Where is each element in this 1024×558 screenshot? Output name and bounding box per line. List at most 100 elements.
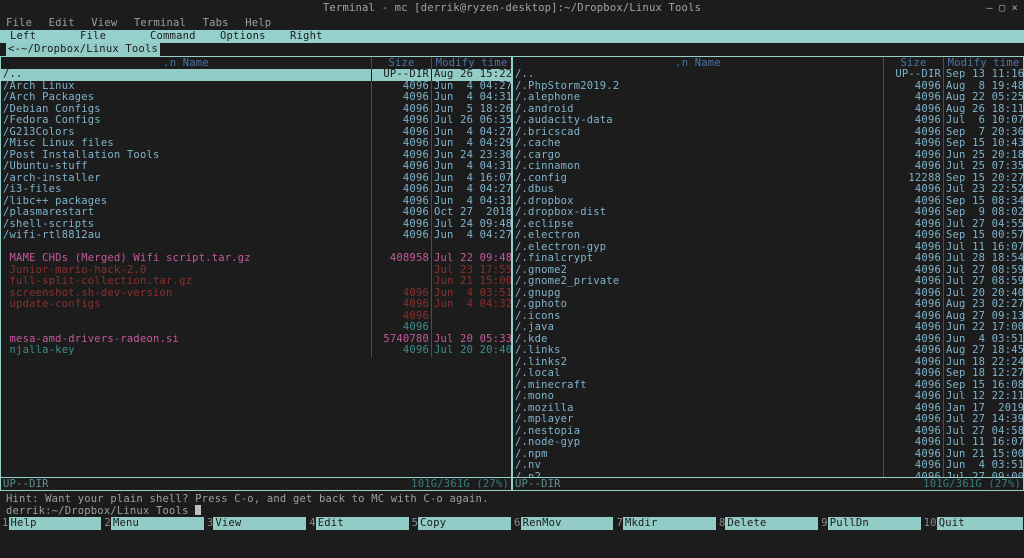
list-item[interactable]: /Fedora Configs4096Jul 26 06:35 (1, 115, 511, 127)
list-item[interactable]: /..UP--DIRSep 13 11:16 (513, 69, 1023, 81)
col-name[interactable]: .n Name (1, 57, 371, 69)
file-size: 4096 (883, 437, 943, 449)
mc-menu-left[interactable]: Left (10, 30, 80, 43)
fkey-label: Copy (418, 517, 511, 530)
list-item[interactable]: /.mplayer4096Jul 27 14:39 (513, 414, 1023, 426)
list-item[interactable]: /.cinnamon4096Jul 25 07:35 (513, 161, 1023, 173)
file-name: /i3-files (1, 184, 371, 196)
list-item[interactable]: /.node-gyp4096Jul 11 16:07 (513, 437, 1023, 449)
fkey-num: 2 (102, 517, 111, 530)
fkey-mkdir[interactable]: 7Mkdir (614, 517, 716, 530)
list-item[interactable]: /..UP--DIRAug 26 15:22 (1, 69, 511, 81)
mc-menu-command[interactable]: Command (150, 30, 220, 43)
col-size[interactable]: Size (371, 57, 431, 69)
list-item[interactable]: /.mono4096Jul 12 22:11 (513, 391, 1023, 403)
file-size: 4096 (883, 92, 943, 104)
maximize-icon[interactable]: ▢ (999, 0, 1006, 16)
file-name: /G213Colors (1, 127, 371, 139)
file-name (1, 311, 371, 323)
list-item[interactable]: /.dbus4096Jul 23 22:52 (513, 184, 1023, 196)
file-name: /.cache (513, 138, 883, 150)
fkey-label: Menu (111, 517, 204, 530)
fkey-renmov[interactable]: 6RenMov (512, 517, 614, 530)
col-size[interactable]: Size (883, 57, 943, 69)
list-item[interactable]: /.java4096Jun 22 17:00 (513, 322, 1023, 334)
menu-terminal[interactable]: Terminal (134, 17, 186, 29)
right-rows[interactable]: /..UP--DIRSep 13 11:16/.PhpStorm2019.240… (513, 69, 1023, 477)
menu-view[interactable]: View (91, 17, 117, 29)
left-panel-path[interactable]: <-~/Dropbox/Linux Tools (6, 43, 160, 56)
file-size: UP--DIR (883, 69, 943, 81)
close-icon[interactable]: × (1011, 0, 1018, 16)
list-item[interactable]: /.nv4096Jun 4 03:51 (513, 460, 1023, 472)
fkey-pulldn[interactable]: 9PullDn (819, 517, 921, 530)
file-name: /.dbus (513, 184, 883, 196)
menu-tabs[interactable]: Tabs (203, 17, 229, 29)
fkey-copy[interactable]: 5Copy (410, 517, 512, 530)
fkey-menu[interactable]: 2Menu (102, 517, 204, 530)
fkey-delete[interactable]: 8Delete (717, 517, 819, 530)
file-size: 4096 (371, 299, 431, 311)
list-item[interactable]: /.audacity-data4096Jul 6 10:07 (513, 115, 1023, 127)
list-item[interactable]: /.finalcrypt4096Jul 28 18:54 (513, 253, 1023, 265)
mc-menu-right[interactable]: Right (290, 30, 360, 43)
list-item[interactable]: /plasmarestart4096Oct 27 2018 (1, 207, 511, 219)
fkey-quit[interactable]: 10Quit (922, 517, 1024, 530)
fkey-label: Help (9, 517, 102, 530)
mc-menu-options[interactable]: Options (220, 30, 290, 43)
list-item[interactable]: /Misc Linux files4096Jun 4 04:29 (1, 138, 511, 150)
col-name[interactable]: .n Name (513, 57, 883, 69)
list-item[interactable]: /.dropbox-dist4096Sep 9 08:02 (513, 207, 1023, 219)
list-item[interactable]: /.gphoto4096Aug 23 02:27 (513, 299, 1023, 311)
minimize-icon[interactable]: — (986, 0, 993, 16)
list-item[interactable]: /.cache4096Sep 15 10:43 (513, 138, 1023, 150)
fkey-label: Edit (316, 517, 409, 530)
fkey-edit[interactable]: 4Edit (307, 517, 409, 530)
list-item[interactable]: /.alephone4096Aug 22 05:25 (513, 92, 1023, 104)
file-name (1, 242, 371, 254)
file-name: /.nv (513, 460, 883, 472)
file-size: 4096 (883, 184, 943, 196)
col-time[interactable]: Modify time (431, 57, 511, 69)
menu-file[interactable]: File (6, 17, 32, 29)
list-item[interactable]: /.electron4096Sep 15 00:57 (513, 230, 1023, 242)
fkey-help[interactable]: 1Help (0, 517, 102, 530)
list-item[interactable]: full-split-collection.tar.gzJun 21 15:00 (1, 276, 511, 288)
list-item[interactable]: /Ubuntu-stuff4096Jun 4 04:31 (1, 161, 511, 173)
list-item[interactable]: /wifi-rtl8812au4096Jun 4 04:27 (1, 230, 511, 242)
file-name: /Arch Packages (1, 92, 371, 104)
file-name: /.links (513, 345, 883, 357)
list-item[interactable]: MAME CHDs (Merged) Wifi script.tar.gz408… (1, 253, 511, 265)
file-time: Jul 28 18:54 (943, 253, 1023, 265)
left-footer-right: 101G/361G (27%) (411, 478, 509, 490)
list-item[interactable]: njalla-key4096Jul 20 20:40 (1, 345, 511, 357)
fkey-num: 4 (307, 517, 316, 530)
list-item[interactable]: /i3-files4096Jun 4 04:27 (1, 184, 511, 196)
menu-edit[interactable]: Edit (49, 17, 75, 29)
list-item[interactable]: update-configs4096Jun 4 04:32 (1, 299, 511, 311)
prompt-line[interactable]: derrik:~/Dropbox/Linux Tools (0, 505, 1024, 517)
list-item[interactable]: /.local4096Sep 18 12:27 (513, 368, 1023, 380)
left-rows[interactable]: /..UP--DIRAug 26 15:22/Arch Linux4096Jun… (1, 69, 511, 477)
file-time: Oct 27 2018 (431, 207, 511, 219)
path-row: <-~/Dropbox/Linux Tools (0, 43, 1024, 56)
menu-help[interactable]: Help (245, 17, 271, 29)
file-name: /Arch Linux (1, 81, 371, 93)
file-size: 4096 (883, 276, 943, 288)
fkey-label: Delete (725, 517, 818, 530)
mc-menu-file[interactable]: File (80, 30, 150, 43)
fkey-label: Mkdir (623, 517, 716, 530)
file-name: MAME CHDs (Merged) Wifi script.tar.gz (1, 253, 371, 265)
fkey-view[interactable]: 3View (205, 517, 307, 530)
list-item[interactable]: /Arch Packages4096Jun 4 04:31 (1, 92, 511, 104)
file-name: mesa-amd-drivers-radeon.si (1, 334, 371, 346)
col-time[interactable]: Modify time (943, 57, 1023, 69)
list-item[interactable]: /.gnome2_private4096Jul 27 08:59 (513, 276, 1023, 288)
file-size: 4096 (883, 253, 943, 265)
left-footer-left: UP--DIR (3, 478, 411, 490)
left-panel: .n Name Size Modify time /..UP--DIRAug 2… (0, 56, 512, 491)
list-item[interactable]: /.links4096Aug 27 18:45 (513, 345, 1023, 357)
file-name: /.icons (513, 311, 883, 323)
file-size: 4096 (883, 391, 943, 403)
list-item[interactable]: 4096 (1, 322, 511, 334)
